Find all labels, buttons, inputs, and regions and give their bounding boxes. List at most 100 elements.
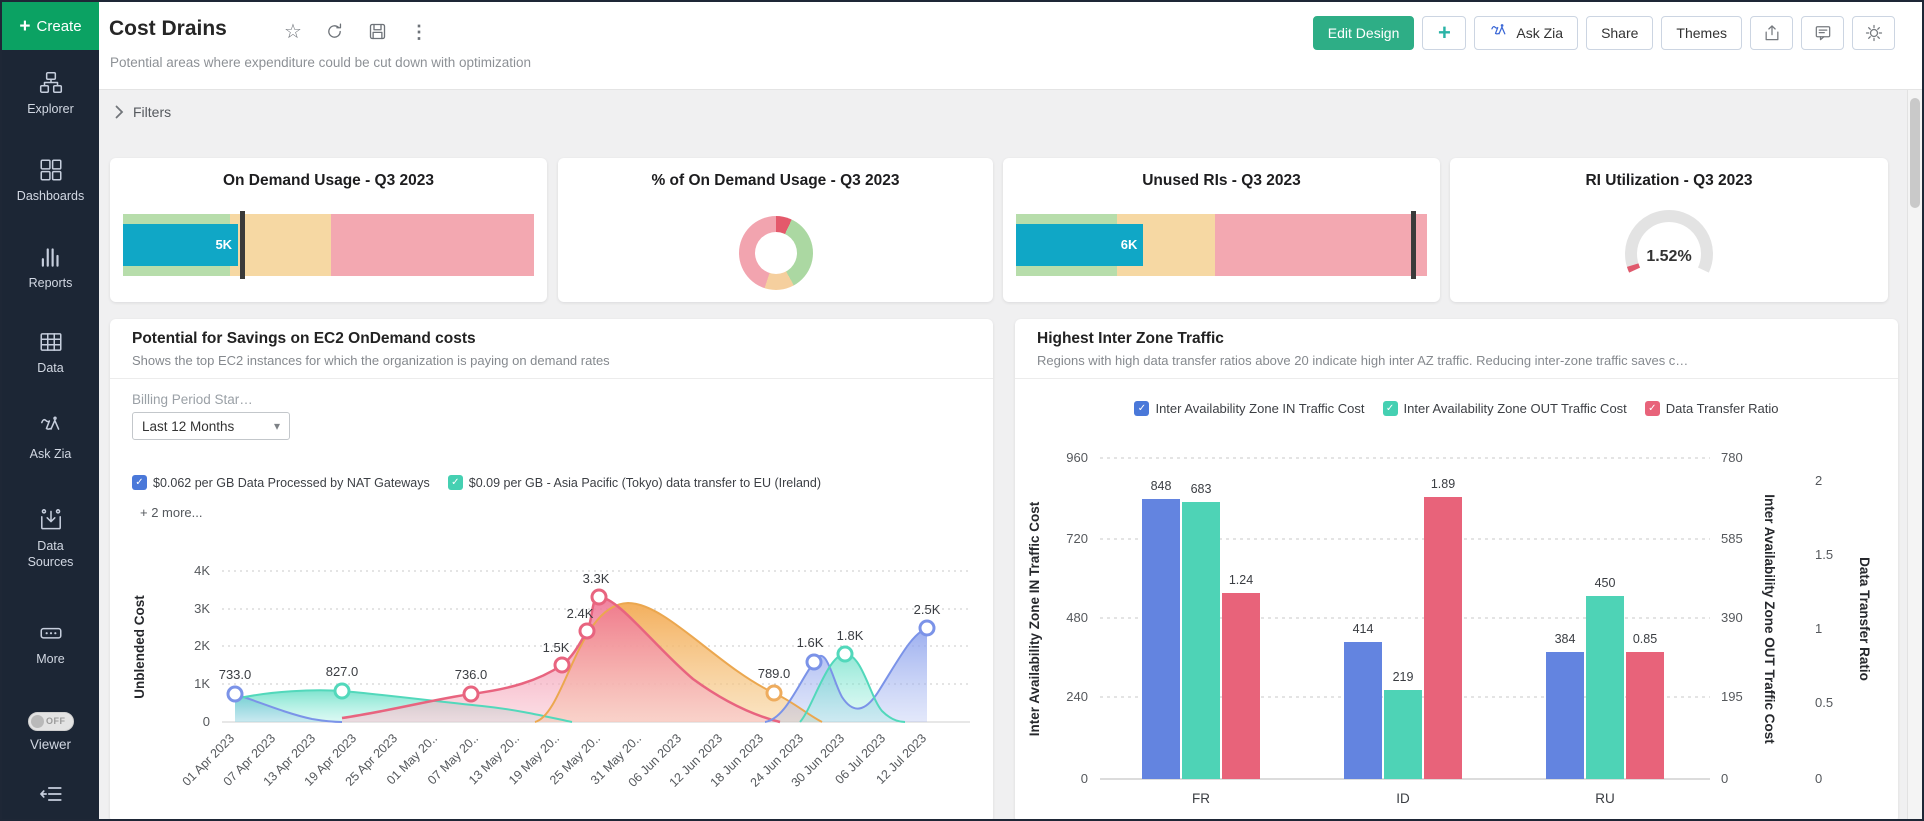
export-button[interactable] <box>1750 16 1793 50</box>
explorer-tree-icon <box>38 70 64 96</box>
kpi-card-pct-on-demand-usage[interactable]: % of On Demand Usage - Q3 2023 <box>558 158 993 302</box>
bar-ru-in[interactable] <box>1546 652 1584 779</box>
share-button[interactable]: Share <box>1586 16 1653 50</box>
sidebar-item-label: Data Sources <box>16 539 86 570</box>
sidebar-item-data[interactable]: Data <box>2 329 99 377</box>
data-point[interactable] <box>555 658 569 672</box>
data-point[interactable] <box>807 655 821 669</box>
dashboards-grid-icon <box>38 157 64 183</box>
divider <box>110 378 993 379</box>
collapse-sidebar-button[interactable] <box>2 781 99 807</box>
bar-ru-ratio[interactable] <box>1626 652 1664 779</box>
bar-fr-in[interactable] <box>1142 499 1180 779</box>
y-tick-left: 480 <box>1066 610 1088 625</box>
panel-ec2-savings: Potential for Savings on EC2 OnDemand co… <box>110 319 993 821</box>
sidebar-item-label: Data <box>37 361 63 377</box>
gauge-chart: 1.52% <box>1609 206 1729 297</box>
billing-period-dropdown[interactable]: Last 12 Months ▾ <box>132 412 290 440</box>
bar-ru-out[interactable] <box>1586 596 1624 779</box>
bar-id-ratio[interactable] <box>1424 497 1462 779</box>
sidebar-item-label: Explorer <box>27 102 74 118</box>
edit-design-button[interactable]: Edit Design <box>1313 16 1415 50</box>
more-ellipsis-icon <box>38 620 64 646</box>
sidebar-item-ask-zia[interactable]: Ask Zia <box>2 415 99 463</box>
bar-id-in[interactable] <box>1344 642 1382 779</box>
comments-button[interactable] <box>1801 16 1844 50</box>
page-subtitle: Potential areas where expenditure could … <box>110 55 531 70</box>
data-point[interactable] <box>228 687 242 701</box>
bar-id-out[interactable] <box>1384 690 1422 779</box>
y-tick: 3K <box>194 601 210 616</box>
save-icon[interactable] <box>367 21 388 42</box>
reports-bars-icon <box>38 244 64 270</box>
data-point[interactable] <box>767 686 781 700</box>
bar-chart: 960 720 480 240 0 Inter Availability Zon… <box>1015 429 1898 821</box>
bullet-chart: 5K <box>123 214 534 276</box>
card-title: Unused RIs - Q3 2023 <box>1003 172 1440 190</box>
sidebar-item-data-sources[interactable]: Data Sources <box>2 507 99 570</box>
bar-fr-ratio[interactable] <box>1222 593 1260 779</box>
kpi-card-on-demand-usage[interactable]: On Demand Usage - Q3 2023 5K <box>110 158 547 302</box>
legend-item-out-traffic[interactable]: ✓ Inter Availability Zone OUT Traffic Co… <box>1383 401 1627 416</box>
y-tick: 0 <box>203 714 210 729</box>
legend-more-link[interactable]: + 2 more... <box>140 505 203 520</box>
scrollbar-thumb[interactable] <box>1910 98 1920 208</box>
data-point[interactable] <box>838 647 852 661</box>
data-table-icon <box>38 329 64 355</box>
bar-value: 450 <box>1595 576 1616 590</box>
toggle-knob <box>31 715 44 728</box>
data-point[interactable] <box>335 684 349 698</box>
ask-zia-button[interactable]: Ask Zia <box>1474 16 1578 50</box>
y-tick: 2K <box>194 638 210 653</box>
checkbox-checked-icon: ✓ <box>1383 401 1398 416</box>
collapse-arrow-icon <box>38 781 64 807</box>
sidebar-item-more[interactable]: More <box>2 620 99 668</box>
y-axis-title-right-ratio: Data Transfer Ratio <box>1857 557 1872 681</box>
page-title: Cost Drains <box>109 17 227 41</box>
refresh-icon[interactable] <box>324 21 345 42</box>
panel-inter-zone-traffic: Highest Inter Zone Traffic Regions with … <box>1015 319 1898 821</box>
bar-value: 848 <box>1151 479 1172 493</box>
donut-chart <box>739 216 813 290</box>
themes-button[interactable]: Themes <box>1661 16 1742 50</box>
bar-value: 1.89 <box>1431 477 1455 491</box>
card-title: On Demand Usage - Q3 2023 <box>110 172 547 190</box>
point-label: 736.0 <box>455 667 488 682</box>
billing-period-filter-label: Billing Period Star… <box>132 392 253 407</box>
y-tick-left: 0 <box>1081 771 1088 786</box>
legend-item-nat-gateways[interactable]: ✓ $0.062 per GB Data Processed by NAT Ga… <box>132 475 430 490</box>
y-tick-right-out: 195 <box>1721 689 1743 704</box>
kpi-card-ri-utilization[interactable]: RI Utilization - Q3 2023 1.52% <box>1450 158 1888 302</box>
favorite-star-icon[interactable]: ☆ <box>284 22 302 42</box>
sidebar-item-explorer[interactable]: Explorer <box>2 70 99 118</box>
legend-item-tokyo-ireland[interactable]: ✓ $0.09 per GB - Asia Pacific (Tokyo) da… <box>448 475 821 490</box>
point-label: 2.5K <box>914 602 941 617</box>
point-label: 1.8K <box>837 628 864 643</box>
vertical-scrollbar[interactable] <box>1907 90 1922 819</box>
sidebar-item-dashboards[interactable]: Dashboards <box>2 157 99 205</box>
header: Cost Drains ☆ ⋮ Potential areas where ex… <box>99 2 1922 90</box>
filters-toggle[interactable]: Filters <box>114 104 171 120</box>
legend-item-in-traffic[interactable]: ✓ Inter Availability Zone IN Traffic Cos… <box>1134 401 1364 416</box>
settings-button[interactable] <box>1852 16 1895 50</box>
legend-item-transfer-ratio[interactable]: ✓ Data Transfer Ratio <box>1645 401 1779 416</box>
kpi-card-unused-ris[interactable]: Unused RIs - Q3 2023 6K <box>1003 158 1440 302</box>
series-legend: ✓ Inter Availability Zone IN Traffic Cos… <box>1015 401 1898 416</box>
y-tick-right-ratio: 1.5 <box>1815 547 1833 562</box>
viewer-label: Viewer <box>30 737 71 754</box>
data-point[interactable] <box>464 687 478 701</box>
create-button[interactable]: + Create <box>2 2 99 50</box>
data-point[interactable] <box>920 621 934 635</box>
data-point[interactable] <box>592 590 606 604</box>
add-button[interactable]: + <box>1422 16 1466 50</box>
x-category: RU <box>1595 791 1615 806</box>
create-label: Create <box>37 18 82 35</box>
kebab-menu-icon[interactable]: ⋮ <box>410 23 428 41</box>
viewer-toggle[interactable]: OFF <box>28 712 74 731</box>
divider <box>1015 378 1898 379</box>
y-tick-left: 240 <box>1066 689 1088 704</box>
bar-fr-out[interactable] <box>1182 502 1220 779</box>
card-title: RI Utilization - Q3 2023 <box>1450 172 1888 190</box>
data-point[interactable] <box>580 624 594 638</box>
sidebar-item-reports[interactable]: Reports <box>2 244 99 292</box>
